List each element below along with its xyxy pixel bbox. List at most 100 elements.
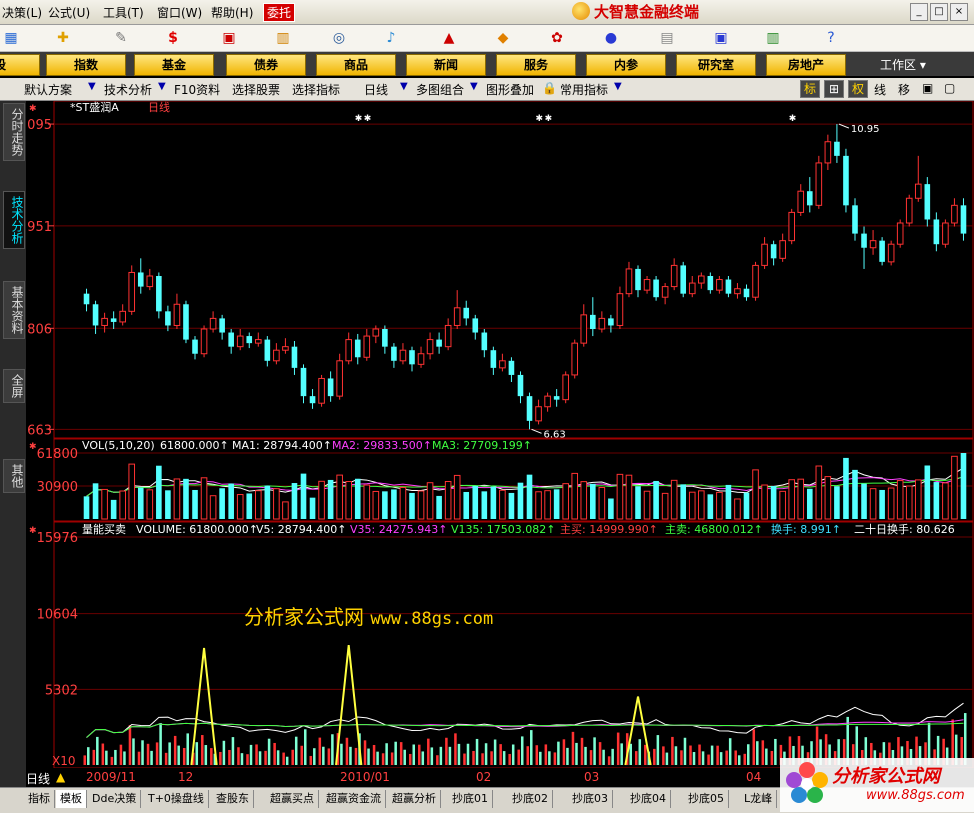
menu-decision[interactable]: 决策(L) (2, 4, 42, 21)
bottom-tab[interactable]: 指标 (24, 790, 55, 808)
books-icon[interactable]: ▥ (762, 28, 784, 48)
menu-formula[interactable]: 公式(U) (48, 4, 90, 21)
side-tab-intraday[interactable]: 分时走势 (3, 103, 25, 161)
period-toggle-icon[interactable]: ▲ (56, 770, 65, 784)
menu-entrust[interactable]: 委托 (263, 3, 296, 22)
workarea-button[interactable]: 工作区 ▾ (880, 56, 926, 73)
window-icon[interactable]: ▣ (710, 28, 732, 48)
sell-volume-bar (638, 739, 642, 765)
bottom-tab[interactable]: L龙峰 (740, 790, 778, 808)
bottom-tab[interactable]: 抄底02 (508, 790, 553, 808)
category-news[interactable]: 新闻 (406, 54, 486, 76)
multi-chart-select[interactable]: 多图组合 (416, 81, 464, 98)
volume-bar (146, 489, 154, 520)
dropdown-arrow-icon[interactable]: ▼ (400, 81, 408, 95)
common-indicator-select[interactable]: 常用指标 (560, 81, 608, 98)
grid-icon[interactable]: ▦ (0, 28, 22, 48)
bottom-tab[interactable]: 查股东 (212, 790, 254, 808)
tech-analysis-select[interactable]: 技术分析 (104, 81, 152, 98)
side-tab-technical[interactable]: 技术分析 (3, 191, 25, 249)
bottom-tab[interactable]: 抄底01 (448, 790, 493, 808)
category-fund[interactable]: 基金 (134, 54, 214, 76)
bottom-tab[interactable]: 抄底03 (568, 790, 613, 808)
bottom-tab[interactable]: 抄底05 (684, 790, 729, 808)
bell-icon[interactable]: ♪ (380, 28, 402, 48)
side-tab-fundamentals[interactable]: 基本资料 (3, 281, 25, 339)
dropdown-arrow-icon[interactable]: ▼ (470, 81, 478, 95)
bottom-tab[interactable]: T+0操盘线 (144, 790, 209, 808)
document-icon[interactable]: ▤ (656, 28, 678, 48)
candle-icon[interactable]: ▣ (218, 28, 240, 48)
category-commodity[interactable]: 商品 (316, 54, 396, 76)
maximize-icon[interactable]: ▢ (944, 81, 955, 95)
high-price-label: 10.95 (851, 124, 880, 135)
binoculars-icon[interactable]: ◎ (328, 28, 350, 48)
help-cursor-icon[interactable]: ? (820, 28, 842, 48)
move-icon[interactable]: ✚ (52, 28, 74, 48)
restore-icon[interactable]: □ (930, 3, 948, 21)
scheme-select[interactable]: 默认方案 (24, 81, 72, 98)
rights-button[interactable]: 权 (848, 80, 868, 98)
bottom-tab[interactable]: 模板 (56, 790, 87, 808)
settings-gear-icon[interactable]: ✱ (29, 442, 37, 452)
globe-icon[interactable]: ● (600, 28, 622, 48)
minimize-icon[interactable]: _ (910, 3, 928, 21)
flame-icon[interactable]: ✿ (546, 28, 568, 48)
overlay-button[interactable]: 图形叠加 (486, 81, 534, 98)
sell-volume-bar (774, 738, 777, 765)
dropdown-arrow-icon[interactable]: ▼ (614, 81, 622, 95)
category-stock[interactable]: 股 (0, 54, 40, 76)
candle-body (300, 367, 307, 397)
candle-body (661, 286, 669, 298)
f10-button[interactable]: F10资料 (174, 81, 220, 98)
menu-window[interactable]: 窗口(W) (157, 4, 202, 21)
candle-body (535, 406, 542, 422)
select-indicator-button[interactable]: 选择指标 (292, 81, 340, 98)
move-button[interactable]: 移 (898, 81, 910, 98)
category-bond[interactable]: 债券 (226, 54, 306, 76)
line-button[interactable]: 线 (874, 81, 886, 98)
candle-body (725, 279, 732, 294)
select-stock-button[interactable]: 选择股票 (232, 81, 280, 98)
crosshair-button[interactable]: ⊞ (824, 80, 844, 98)
category-insider[interactable]: 内参 (586, 54, 666, 76)
settings-gear-icon[interactable]: ✱ (29, 526, 37, 536)
layout-icon[interactable]: ▣ (922, 81, 933, 95)
volume-bar (598, 486, 606, 520)
mark-button[interactable]: 标 (800, 80, 820, 98)
volume-bar (625, 474, 633, 520)
chart-toolbar: 默认方案 ▼ 技术分析 ▼ F10资料 选择股票 选择指标 日线 ▼ 多图组合 … (0, 78, 974, 101)
lock-icon[interactable]: 🔒 (542, 81, 557, 95)
volume-bar (716, 491, 723, 520)
dropdown-arrow-icon[interactable]: ▼ (88, 81, 96, 95)
sell-volume-bar (728, 738, 732, 765)
settings-gear-icon[interactable]: ✱ (29, 104, 37, 114)
ruler-icon[interactable]: ✎ (110, 28, 132, 48)
bottom-tab[interactable]: 超赢资金流 (322, 790, 386, 808)
side-tab-fullscreen[interactable]: 全屏 (3, 369, 25, 403)
category-service[interactable]: 服务 (496, 54, 576, 76)
diamond-icon[interactable]: ◆ (492, 28, 514, 48)
category-realestate[interactable]: 房地产 (766, 54, 846, 76)
up-arrow-icon[interactable]: ▲ (438, 28, 460, 48)
side-tab-other[interactable]: 其他 (3, 459, 25, 493)
category-index[interactable]: 指数 (46, 54, 126, 76)
menu-tools[interactable]: 工具(T) (103, 4, 144, 21)
dollar-icon[interactable]: $ (162, 28, 184, 48)
category-research[interactable]: 研究室 (676, 54, 756, 76)
candle-body (209, 317, 217, 330)
bottom-tab[interactable]: 超赢分析 (388, 790, 441, 808)
menu-help[interactable]: 帮助(H) (211, 4, 253, 21)
close-icon[interactable]: × (950, 3, 968, 21)
bottom-tab[interactable]: Dde决策 (88, 790, 142, 808)
dropdown-arrow-icon[interactable]: ▼ (158, 81, 166, 95)
bottom-tab[interactable]: 超赢买点 (266, 790, 319, 808)
period-select[interactable]: 日线 (364, 81, 388, 98)
bars-icon[interactable]: ▥ (272, 28, 294, 48)
candle-body (716, 279, 723, 291)
candle-body (453, 307, 461, 326)
bottom-tab[interactable]: 抄底04 (626, 790, 671, 808)
buy-volume-bar (589, 750, 593, 765)
chart-area[interactable]: 109595180666310.956.63✱✱✱✱✱6180030900159… (26, 101, 974, 787)
volume-bar (481, 491, 488, 519)
